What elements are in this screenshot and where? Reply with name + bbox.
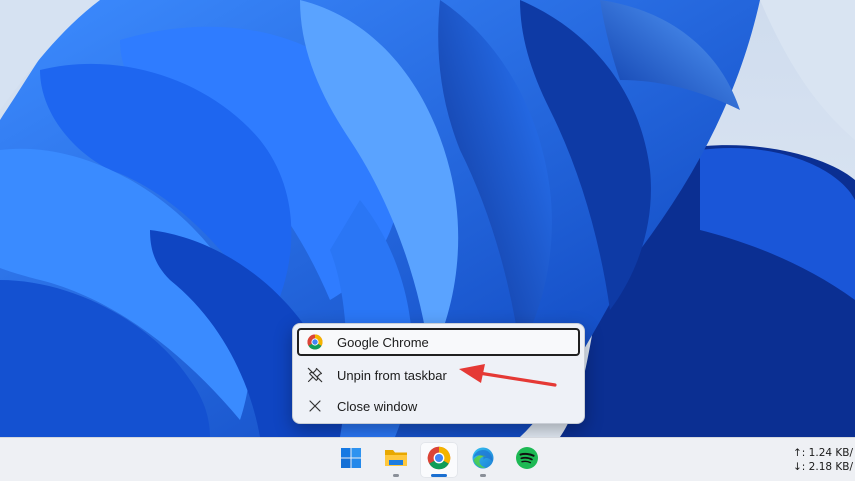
- network-speed-monitor: ↑: 1.24 KB/ ↓: 2.18 KB/: [793, 446, 855, 474]
- close-icon: [307, 398, 323, 414]
- taskbar-chrome-button[interactable]: [420, 442, 458, 478]
- taskbar-edge-button[interactable]: [464, 442, 502, 478]
- spotify-icon: [515, 446, 539, 475]
- taskbar-start-button[interactable]: [332, 442, 370, 478]
- taskbar: ↑: 1.24 KB/ ↓: 2.18 KB/: [0, 437, 855, 481]
- chrome-icon: [427, 446, 451, 475]
- file-explorer-icon: [384, 447, 408, 474]
- running-indicator: [393, 474, 399, 477]
- taskbar-file-explorer-button[interactable]: [377, 442, 415, 478]
- unpin-icon: [307, 367, 323, 383]
- desktop: Google Chrome Unpin from taskbar Close w…: [0, 0, 855, 437]
- jump-list-item-close-window[interactable]: Close window: [297, 392, 580, 420]
- download-speed: ↓: 2.18 KB/: [793, 461, 854, 473]
- chrome-icon: [307, 334, 323, 350]
- edge-icon: [471, 446, 495, 475]
- jump-list-item-google-chrome[interactable]: Google Chrome: [297, 328, 580, 356]
- taskbar-spotify-button[interactable]: [508, 442, 546, 478]
- red-arrow-icon: [459, 364, 557, 387]
- jump-list-item-label: Close window: [337, 398, 418, 414]
- upload-speed: ↑: 1.24 KB/: [793, 447, 854, 459]
- jump-list-item-label: Unpin from taskbar: [337, 367, 447, 383]
- running-indicator: [431, 474, 447, 477]
- running-indicator: [480, 474, 486, 477]
- jump-list-item-label: Google Chrome: [337, 334, 429, 350]
- windows-start-icon: [340, 447, 362, 474]
